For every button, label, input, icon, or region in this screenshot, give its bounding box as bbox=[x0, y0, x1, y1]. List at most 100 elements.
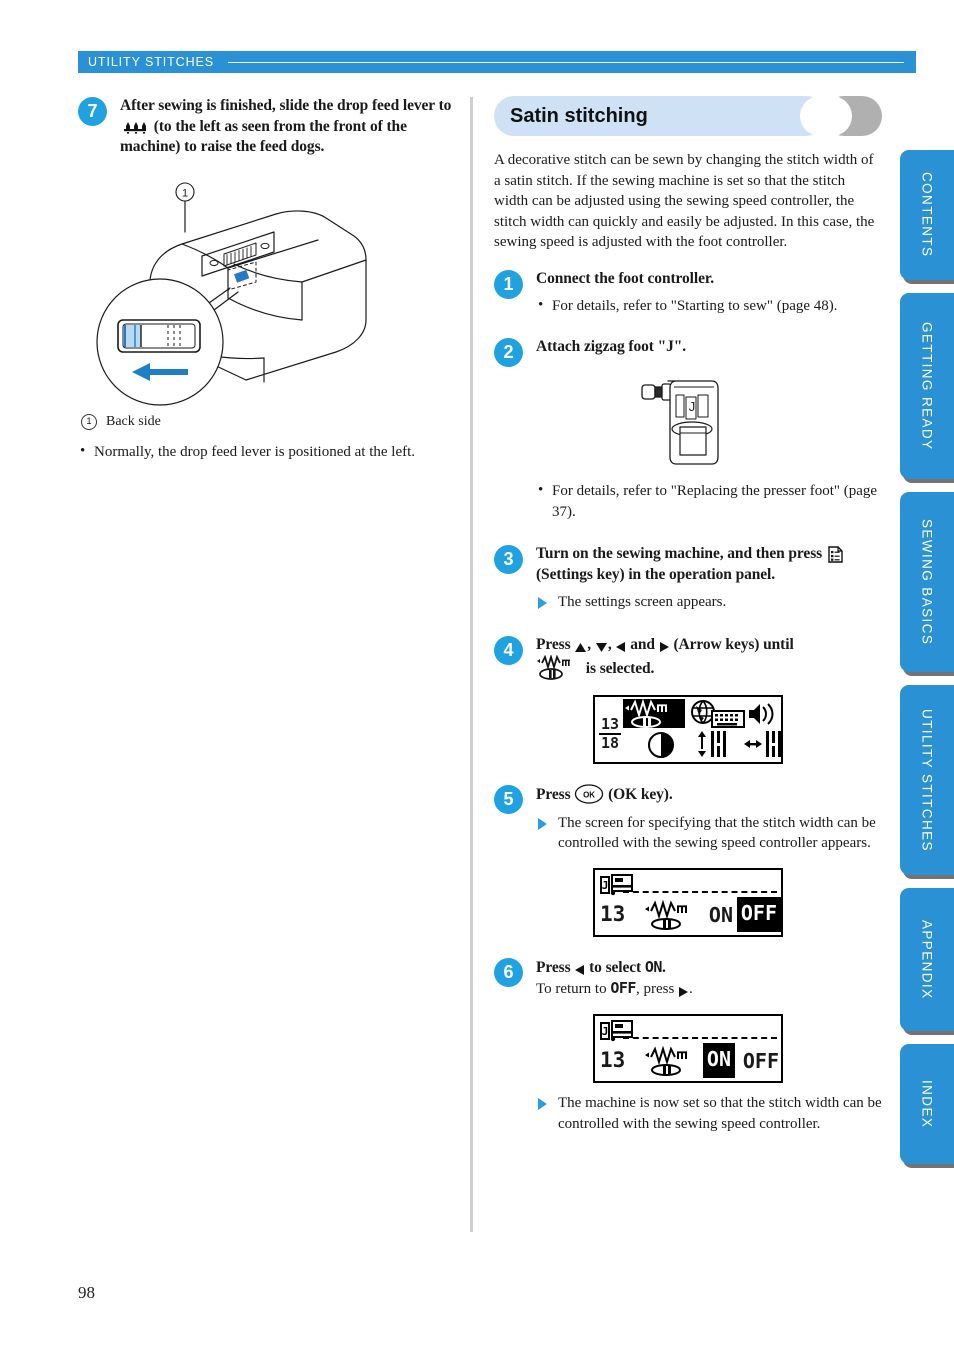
lcd-option-on-off-screen[interactable]: ON bbox=[709, 904, 733, 926]
lcd-foot-indicator-off: J bbox=[599, 873, 635, 902]
stitch-width-control-lcd-off-wrapper: J 13 ON OFF bbox=[494, 867, 882, 937]
lcd-page-total: 18 bbox=[600, 734, 620, 752]
lcd-option-off-on-screen[interactable]: OFF bbox=[743, 1050, 779, 1072]
settings-screen-lcd: 13 18 bbox=[593, 695, 783, 764]
tab-appendix[interactable]: APPENDIX bbox=[900, 888, 954, 1031]
step-7-text-after: (to the left as seen from the front of t… bbox=[120, 117, 407, 156]
step-6-period2: . bbox=[689, 981, 693, 997]
left-column: 7 After sewing is finished, slide the dr… bbox=[78, 96, 460, 462]
foot-label-j: J bbox=[689, 399, 696, 414]
step-4: 4 Press , , and (Arrow keys) until is se… bbox=[494, 635, 882, 682]
lcd-item-stitch-width[interactable] bbox=[743, 729, 785, 764]
step-2-bullet: For details, refer to "Replacing the pre… bbox=[536, 480, 882, 522]
lcd-page-current: 13 bbox=[600, 715, 620, 733]
zigzag-foot-j-illustration: J bbox=[494, 367, 882, 471]
svg-text:OK: OK bbox=[583, 791, 595, 800]
lcd-stitch-width-speed-icon-off bbox=[643, 899, 705, 935]
step-1-number: 1 bbox=[494, 269, 523, 299]
arrow-left-key-icon bbox=[615, 639, 626, 652]
step-6-line-2: To return to OFF, press . bbox=[536, 978, 882, 1000]
step-2-body: For details, refer to "Replacing the pre… bbox=[494, 480, 882, 522]
step-2-number: 2 bbox=[494, 337, 523, 367]
step-6-body: The machine is now set so that the stitc… bbox=[494, 1093, 882, 1134]
lcd-page-indicator: 13 18 bbox=[598, 717, 622, 751]
lcd-dashed-separator-off bbox=[623, 890, 777, 893]
step-6-period1: . bbox=[661, 958, 666, 976]
tab-utility-stitches-label: UTILITY STITCHES bbox=[919, 708, 935, 852]
step-5-number: 5 bbox=[494, 785, 523, 814]
step-4-text-part1: Press bbox=[536, 635, 571, 653]
step-7: 7 After sewing is finished, slide the dr… bbox=[78, 96, 460, 158]
step-2-title: Attach zigzag foot "J". bbox=[536, 337, 687, 355]
step-7-title: After sewing is finished, slide the drop… bbox=[120, 96, 460, 158]
step-5-text-part1: Press bbox=[536, 786, 571, 803]
step-6-number: 6 bbox=[494, 957, 523, 987]
header-divider-rule bbox=[228, 61, 904, 63]
stitch-width-control-lcd-off: J 13 ON OFF bbox=[593, 867, 783, 937]
figure-caption-back-side: 1 Back side bbox=[78, 412, 460, 432]
tab-utility-stitches[interactable]: UTILITY STITCHES bbox=[900, 685, 954, 875]
chapter-header-title: UTILITY STITCHES bbox=[88, 55, 214, 69]
lcd-stitch-number-on: 13 bbox=[600, 1048, 626, 1072]
step-6-press-label: Press bbox=[536, 958, 571, 976]
step-7-number: 7 bbox=[78, 97, 107, 126]
tab-index[interactable]: INDEX bbox=[900, 1044, 954, 1164]
chapter-header-bar: UTILITY STITCHES bbox=[78, 51, 916, 73]
step-5-text-part2: (OK key). bbox=[608, 786, 673, 803]
step-6-off-value: OFF bbox=[610, 979, 636, 997]
step-6-press-label-2: , press bbox=[635, 981, 675, 997]
right-column: Satin stitching A decorative stitch can … bbox=[494, 96, 882, 1134]
step-4-text-part6: is selected. bbox=[585, 660, 655, 677]
step-4-text-and: and bbox=[630, 635, 655, 653]
svg-text:J: J bbox=[602, 1025, 609, 1038]
step-6-line-1: Press to select ON. bbox=[536, 957, 882, 979]
stitch-width-control-lcd-on: J 13 ON OFF bbox=[593, 1014, 783, 1083]
arrow-right-key-icon bbox=[659, 639, 670, 652]
lcd-option-off-selected[interactable]: OFF bbox=[736, 896, 781, 932]
column-divider bbox=[470, 97, 473, 1232]
step-6-title: Press to select ON. To return to OFF, pr… bbox=[536, 957, 882, 1001]
step-4-comma1: , bbox=[587, 635, 592, 653]
step-3-title: Turn on the sewing machine, and then pre… bbox=[536, 544, 882, 585]
stitch-width-speed-control-icon bbox=[536, 653, 582, 681]
step-1: 1 Connect the foot controller. bbox=[494, 269, 882, 299]
ok-key-icon: OK bbox=[574, 784, 604, 804]
arrow-down-key-icon bbox=[595, 639, 608, 653]
step-5: 5 Press OK (OK key). bbox=[494, 784, 882, 814]
settings-screen-lcd-wrapper: 13 18 bbox=[494, 695, 882, 764]
feed-dogs-raised-icon bbox=[123, 120, 147, 134]
lcd-stitch-number-off: 13 bbox=[600, 901, 626, 926]
step-4-title: Press , , and (Arrow keys) until is sele… bbox=[536, 635, 882, 682]
step-3-text-part2: (Settings key) in the operation panel. bbox=[536, 565, 776, 583]
step-6-return-label: To return to bbox=[536, 981, 607, 997]
section-tab-rail: CONTENTS GETTING READY SEWING BASICS UTI… bbox=[900, 150, 954, 1177]
tab-getting-ready[interactable]: GETTING READY bbox=[900, 293, 954, 479]
stitch-width-control-lcd-on-wrapper: J 13 ON OFF bbox=[494, 1014, 882, 1083]
svg-text:1: 1 bbox=[182, 187, 188, 199]
lcd-item-stitch-width-speed-selected[interactable] bbox=[623, 698, 685, 728]
lcd-option-on-selected[interactable]: ON bbox=[702, 1043, 735, 1078]
step-1-body: For details, refer to "Starting to sew" … bbox=[494, 295, 882, 317]
settings-key-icon bbox=[828, 546, 843, 563]
lcd-item-stitch-length[interactable] bbox=[695, 729, 737, 764]
step-5-body: The screen for specifying that the stitc… bbox=[494, 813, 882, 854]
arrow-right-key-icon bbox=[678, 984, 689, 997]
section-title-text: Satin stitching bbox=[510, 105, 648, 127]
step-7-text-before: After sewing is finished, slide the drop… bbox=[120, 97, 452, 114]
step-6-result: The machine is now set so that the stitc… bbox=[536, 1093, 882, 1134]
tab-contents[interactable]: CONTENTS bbox=[900, 150, 954, 280]
figure-caption-text: Back side bbox=[106, 413, 161, 429]
step-6: 6 Press to select ON. To return to OFF, … bbox=[494, 957, 882, 1001]
lcd-item-volume[interactable] bbox=[747, 702, 777, 731]
tab-index-label: INDEX bbox=[919, 1079, 935, 1129]
lcd-item-contrast[interactable] bbox=[647, 731, 675, 764]
tab-sewing-basics[interactable]: SEWING BASICS bbox=[900, 492, 954, 672]
tab-sewing-basics-label: SEWING BASICS bbox=[919, 518, 935, 646]
tab-contents-label: CONTENTS bbox=[919, 172, 935, 258]
section-title-banner: Satin stitching bbox=[494, 96, 882, 136]
tab-getting-ready-label: GETTING READY bbox=[919, 321, 935, 451]
step-4-comma2: , bbox=[607, 635, 612, 653]
svg-text:J: J bbox=[602, 879, 609, 892]
callout-number-1: 1 bbox=[81, 413, 97, 430]
lcd-stitch-width-speed-icon-on bbox=[643, 1045, 705, 1081]
